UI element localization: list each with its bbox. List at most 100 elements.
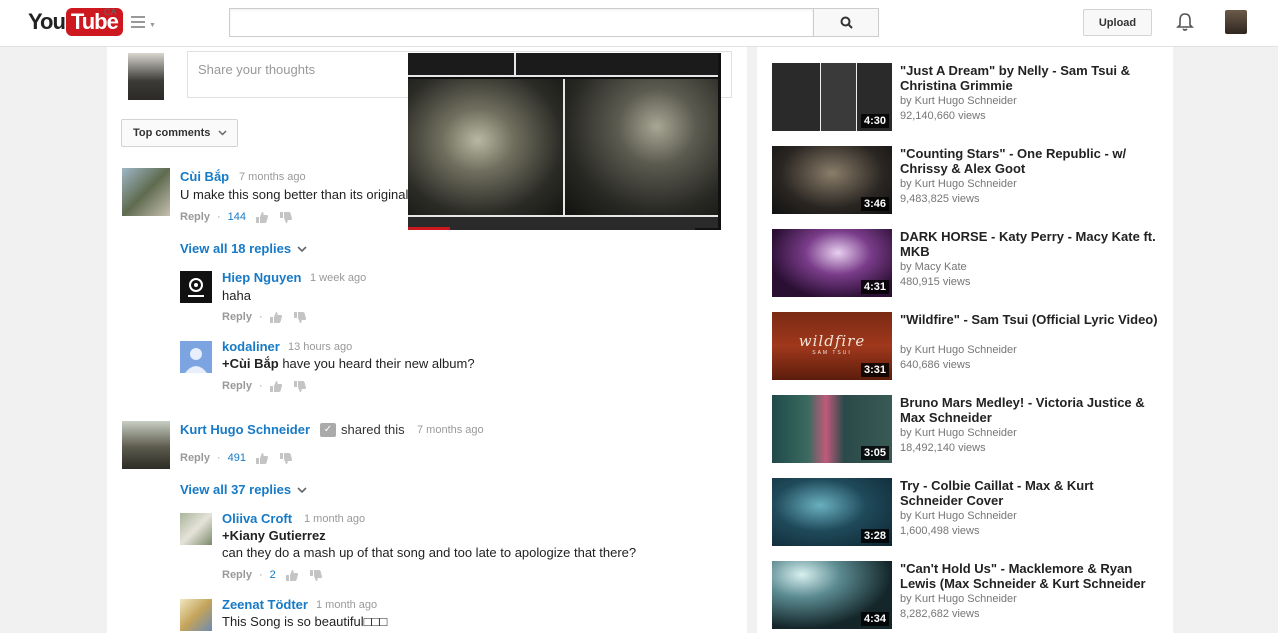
video-thumbnail[interactable]: 4:30 (772, 63, 892, 131)
related-videos-sidebar: 4:30 "Just A Dream" by Nelly - Sam Tsui … (757, 47, 1173, 633)
related-video-item[interactable]: 3:46 "Counting Stars" - One Republic - w… (772, 146, 1162, 216)
reply-button[interactable]: Reply (180, 211, 210, 223)
thumbs-down-icon[interactable] (280, 452, 292, 464)
reply-button[interactable]: Reply (222, 380, 252, 392)
video-views: 640,686 views (900, 359, 971, 371)
view-replies-button[interactable]: View all 18 replies (180, 241, 307, 256)
video-frame-top (408, 53, 718, 77)
search-icon (840, 16, 853, 29)
sort-label: Top comments (133, 127, 211, 139)
related-video-item[interactable]: 3:28 Try - Colbie Caillat - Max & Kurt S… (772, 478, 1162, 548)
video-thumbnail[interactable]: 4:34 (772, 561, 892, 629)
video-channel: by Kurt Hugo Schneider (900, 427, 1017, 439)
comment-text: This Song is so beautiful□□□ (222, 614, 388, 629)
comment-time[interactable]: 1 month ago (316, 599, 377, 611)
thumbs-up-icon[interactable] (269, 380, 282, 392)
comment-mention-line: +Kiany Gutierrez (222, 528, 326, 543)
search-input[interactable] (229, 8, 814, 37)
thumbs-down-icon[interactable] (293, 311, 306, 323)
masthead: You Tube CA ▼ Upload (0, 0, 1278, 47)
related-video-item[interactable]: 4:30 "Just A Dream" by Nelly - Sam Tsui … (772, 63, 1162, 133)
guide-menu-icon[interactable]: ▼ (131, 16, 156, 31)
thumbs-up-icon[interactable] (269, 311, 282, 323)
notifications-bell-icon[interactable] (1176, 12, 1194, 37)
video-duration: 3:05 (860, 446, 889, 460)
video-thumbnail[interactable]: 3:46 (772, 146, 892, 214)
comment-text: U make this song better than its origina… (180, 187, 409, 202)
comment-time[interactable]: 7 months ago (239, 171, 306, 183)
avatar[interactable] (122, 168, 170, 216)
avatar[interactable] (180, 599, 212, 631)
video-duration: 3:46 (860, 197, 889, 211)
resize-handle[interactable] (695, 203, 721, 230)
view-replies-label: View all 37 replies (180, 482, 292, 497)
video-channel: by Kurt Hugo Schneider (900, 510, 1017, 522)
video-views: 18,492,140 views (900, 442, 986, 454)
like-count: 491 (227, 452, 246, 464)
comment-time[interactable]: 1 week ago (310, 272, 366, 284)
video-views: 8,282,682 views (900, 608, 980, 620)
thumbs-down-icon[interactable] (293, 380, 306, 392)
comment-author[interactable]: Kurt Hugo Schneider (180, 422, 310, 437)
share-thoughts-placeholder: Share your thoughts (198, 62, 316, 77)
video-title[interactable]: Bruno Mars Medley! - Victoria Justice & … (900, 395, 1160, 425)
video-title[interactable]: "Can't Hold Us" - Macklemore & Ryan Lewi… (900, 561, 1160, 591)
related-video-item[interactable]: 4:34 "Can't Hold Us" - Macklemore & Ryan… (772, 561, 1162, 631)
reply-button[interactable]: Reply (222, 311, 252, 323)
reply-button[interactable]: Reply (222, 569, 252, 581)
comment-text: +Cùi Bắp have you heard their new album? (222, 356, 475, 371)
thumbs-down-icon[interactable] (280, 211, 292, 223)
comment-author[interactable]: Hiep Nguyen (222, 270, 301, 285)
related-video-item[interactable]: wildfire SAM TSUI 3:31 "Wildfire" - Sam … (772, 312, 1162, 382)
avatar[interactable] (180, 513, 212, 545)
youtube-logo[interactable]: You Tube CA (28, 7, 123, 36)
comment-time[interactable]: 1 month ago (304, 513, 365, 525)
comment-text: can they do a mash up of that song and t… (222, 545, 637, 560)
video-channel: by Kurt Hugo Schneider (900, 344, 1017, 356)
mention[interactable]: +Cùi Bắp (222, 356, 279, 371)
reply-button[interactable]: Reply (180, 452, 210, 464)
sort-comments-dropdown[interactable]: Top comments (121, 119, 238, 147)
video-thumbnail[interactable]: 3:05 (772, 395, 892, 463)
search-button[interactable] (813, 8, 879, 37)
video-thumbnail[interactable]: 3:28 (772, 478, 892, 546)
avatar[interactable] (122, 421, 170, 469)
video-title[interactable]: DARK HORSE - Katy Perry - Macy Kate ft. … (900, 229, 1160, 259)
video-progress-bar[interactable] (408, 227, 450, 230)
video-duration: 4:31 (860, 280, 889, 294)
logo-you-text: You (28, 9, 66, 34)
video-title[interactable]: "Counting Stars" - One Republic - w/ Chr… (900, 146, 1160, 176)
thumbs-up-icon[interactable] (256, 211, 268, 223)
thumbs-up-icon[interactable] (256, 452, 268, 464)
mini-video-player[interactable] (408, 53, 721, 230)
current-user-avatar (128, 53, 164, 100)
video-title[interactable]: "Wildfire" - Sam Tsui (Official Lyric Vi… (900, 312, 1160, 327)
view-replies-button[interactable]: View all 37 replies (180, 482, 307, 497)
thumbs-up-icon[interactable] (285, 569, 298, 581)
upload-button[interactable]: Upload (1083, 9, 1152, 36)
comment-author[interactable]: Cùi Bắp (180, 169, 229, 184)
shared-this-badge: ✓ shared this (320, 422, 405, 437)
related-video-item[interactable]: 4:31 DARK HORSE - Katy Perry - Macy Kate… (772, 229, 1162, 299)
video-duration: 3:31 (860, 363, 889, 377)
chevron-down-icon (297, 486, 307, 493)
account-avatar[interactable] (1225, 10, 1247, 34)
video-title[interactable]: "Just A Dream" by Nelly - Sam Tsui & Chr… (900, 63, 1160, 93)
avatar[interactable] (180, 271, 212, 303)
thumbs-down-icon[interactable] (309, 569, 322, 581)
avatar[interactable] (180, 341, 212, 373)
comment-author[interactable]: Zeenat Tödter (222, 597, 308, 612)
mention[interactable]: +Kiany Gutierrez (222, 528, 326, 543)
comment-author[interactable]: kodaliner (222, 339, 280, 354)
region-code: CA (104, 7, 117, 17)
video-thumbnail[interactable]: wildfire SAM TSUI 3:31 (772, 312, 892, 380)
video-channel: by Macy Kate (900, 261, 967, 273)
video-views: 480,915 views (900, 276, 971, 288)
comment-time[interactable]: 13 hours ago (288, 341, 352, 353)
video-title[interactable]: Try - Colbie Caillat - Max & Kurt Schnei… (900, 478, 1160, 508)
related-video-item[interactable]: 3:05 Bruno Mars Medley! - Victoria Justi… (772, 395, 1162, 465)
video-duration: 3:28 (860, 529, 889, 543)
video-thumbnail[interactable]: 4:31 (772, 229, 892, 297)
comment-author[interactable]: Oliiva Croft (222, 511, 292, 526)
comment-time[interactable]: 7 months ago (417, 424, 484, 436)
